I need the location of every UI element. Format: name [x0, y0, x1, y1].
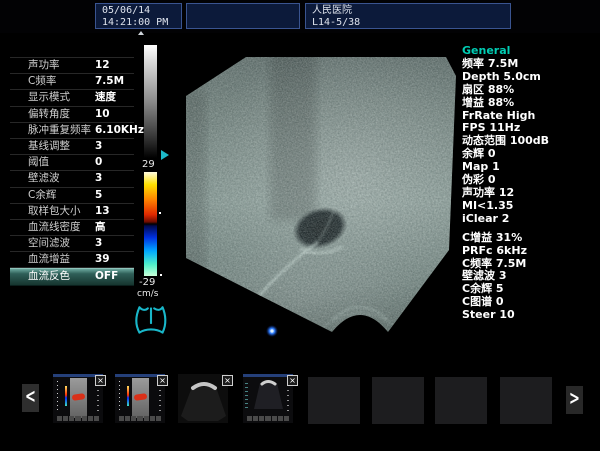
- mini-bmode-strip: [132, 378, 149, 418]
- mini-doppler-blob: [72, 393, 86, 401]
- close-thumbnail-1-button[interactable]: ×: [95, 375, 106, 386]
- imaging-info-panel: General 频率 7.5M Depth 5.0cm 扇区 88% 增益 88…: [462, 45, 549, 322]
- mini-spectral-trace: [57, 381, 58, 413]
- mini-colorbar: [127, 386, 129, 406]
- ultrasound-screen: 05/06/14 14:21:00 PM 人民医院 L14-5/38 声功率 1…: [0, 0, 600, 451]
- info-line: 声功率 12: [462, 187, 549, 200]
- info-line: Steer 10: [462, 309, 549, 322]
- mini-doppler-blob: [134, 393, 148, 401]
- empty-thumbnail-slot: [372, 377, 424, 424]
- info-line: 扇区 88%: [462, 84, 549, 97]
- filmstrip-prev-button[interactable]: <: [22, 384, 39, 412]
- mini-bmode-strip: [70, 378, 87, 418]
- preset-title: General: [462, 45, 549, 58]
- chevron-right-icon: >: [569, 379, 580, 421]
- thumbnail-3[interactable]: [178, 374, 228, 423]
- empty-thumbnail-slot: [500, 377, 552, 424]
- mini-colorbar: [65, 386, 67, 406]
- filmstrip-next-button[interactable]: >: [566, 386, 583, 414]
- info-line: 频率 7.5M: [462, 58, 549, 71]
- info-line: PRFc 6kHz: [462, 245, 549, 258]
- close-thumbnail-4-button[interactable]: ×: [287, 375, 298, 386]
- empty-thumbnail-slot: [308, 377, 360, 424]
- chevron-left-icon: <: [25, 377, 36, 419]
- info-line: 增益 88%: [462, 97, 549, 110]
- info-line: C增益 31%: [462, 232, 549, 245]
- close-thumbnail-2-button[interactable]: ×: [157, 375, 168, 386]
- close-thumbnail-3-button[interactable]: ×: [222, 375, 233, 386]
- empty-thumbnail-slot: [435, 377, 487, 424]
- info-line: Depth 5.0cm: [462, 71, 549, 84]
- ultrasound-fan: [170, 40, 507, 360]
- thumbnail-4[interactable]: [243, 374, 293, 423]
- mini-spectral-trace: [119, 381, 120, 413]
- info-line: MI<1.35: [462, 200, 549, 213]
- info-line: iClear 2: [462, 213, 549, 226]
